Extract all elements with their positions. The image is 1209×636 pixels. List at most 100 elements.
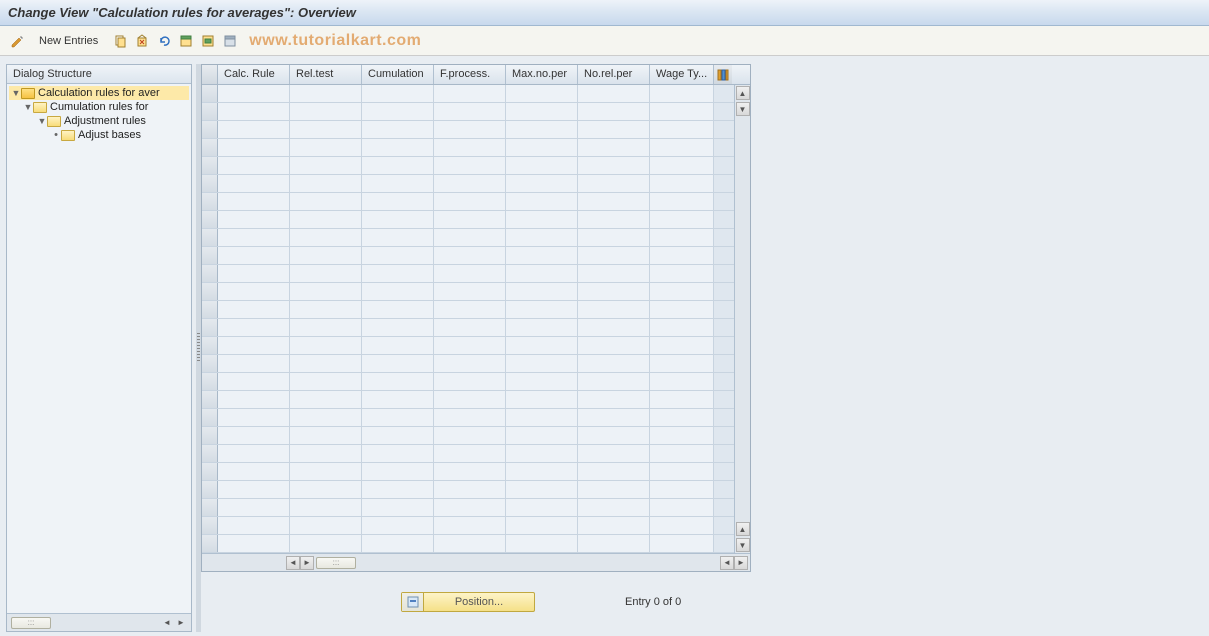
table-cell[interactable] [506, 499, 578, 516]
table-cell[interactable] [290, 499, 362, 516]
table-cell[interactable] [362, 211, 434, 228]
table-cell[interactable] [506, 463, 578, 480]
table-cell[interactable] [650, 211, 714, 228]
select-block-icon[interactable] [199, 32, 217, 50]
select-all-icon[interactable] [177, 32, 195, 50]
table-cell[interactable] [650, 535, 714, 552]
table-cell[interactable] [290, 85, 362, 102]
table-cell[interactable] [290, 301, 362, 318]
tree-item-cumulation-rules[interactable]: ▼ Cumulation rules for [9, 100, 189, 114]
table-cell[interactable] [434, 517, 506, 534]
table-cell[interactable] [362, 409, 434, 426]
table-cell[interactable] [218, 337, 290, 354]
table-cell[interactable] [506, 427, 578, 444]
table-cell[interactable] [434, 103, 506, 120]
table-cell[interactable] [290, 463, 362, 480]
table-cell[interactable] [506, 85, 578, 102]
table-cell[interactable] [578, 427, 650, 444]
new-entries-button[interactable]: New Entries [30, 32, 107, 50]
table-cell[interactable] [218, 265, 290, 282]
toggle-display-change-icon[interactable] [8, 32, 26, 50]
table-cell[interactable] [362, 301, 434, 318]
table-cell[interactable] [650, 391, 714, 408]
table-cell[interactable] [434, 265, 506, 282]
table-cell[interactable] [506, 391, 578, 408]
table-cell[interactable] [218, 499, 290, 516]
table-cell[interactable] [362, 319, 434, 336]
table-cell[interactable] [290, 139, 362, 156]
table-row[interactable] [202, 247, 734, 265]
table-cell[interactable] [578, 211, 650, 228]
table-row[interactable] [202, 229, 734, 247]
row-selector[interactable] [202, 409, 218, 426]
table-row[interactable] [202, 157, 734, 175]
table-cell[interactable] [578, 229, 650, 246]
tree-footer-grip[interactable]: ::: [11, 617, 51, 629]
table-cell[interactable] [578, 319, 650, 336]
table-cell[interactable] [434, 499, 506, 516]
table-cell[interactable] [650, 139, 714, 156]
table-cell[interactable] [218, 481, 290, 498]
caret-down-icon[interactable]: ▼ [37, 116, 47, 126]
table-cell[interactable] [578, 373, 650, 390]
table-cell[interactable] [434, 301, 506, 318]
table-cell[interactable] [434, 229, 506, 246]
table-cell[interactable] [434, 211, 506, 228]
table-cell[interactable] [218, 319, 290, 336]
table-row[interactable] [202, 337, 734, 355]
table-cell[interactable] [434, 445, 506, 462]
table-cell[interactable] [578, 535, 650, 552]
table-cell[interactable] [362, 445, 434, 462]
row-selector[interactable] [202, 85, 218, 102]
row-selector[interactable] [202, 463, 218, 480]
horizontal-scrollbar[interactable]: ◄ ► ::: ◄ ► [202, 553, 750, 571]
table-row[interactable] [202, 481, 734, 499]
table-cell[interactable] [362, 355, 434, 372]
table-cell[interactable] [362, 499, 434, 516]
table-row[interactable] [202, 445, 734, 463]
table-cell[interactable] [578, 463, 650, 480]
table-cell[interactable] [290, 409, 362, 426]
row-selector[interactable] [202, 481, 218, 498]
table-cell[interactable] [650, 121, 714, 138]
table-cell[interactable] [218, 247, 290, 264]
table-row[interactable] [202, 463, 734, 481]
table-cell[interactable] [650, 103, 714, 120]
scroll-right-icon[interactable]: ► [175, 617, 187, 629]
table-cell[interactable] [218, 301, 290, 318]
table-cell[interactable] [506, 409, 578, 426]
table-cell[interactable] [362, 229, 434, 246]
table-cell[interactable] [650, 463, 714, 480]
table-cell[interactable] [650, 517, 714, 534]
table-row[interactable] [202, 373, 734, 391]
table-cell[interactable] [218, 445, 290, 462]
table-cell[interactable] [578, 247, 650, 264]
table-cell[interactable] [434, 319, 506, 336]
table-cell[interactable] [362, 103, 434, 120]
table-cell[interactable] [218, 193, 290, 210]
table-cell[interactable] [362, 193, 434, 210]
deselect-all-icon[interactable] [221, 32, 239, 50]
table-cell[interactable] [434, 85, 506, 102]
table-cell[interactable] [434, 535, 506, 552]
row-selector[interactable] [202, 121, 218, 138]
copy-as-icon[interactable] [111, 32, 129, 50]
table-cell[interactable] [290, 229, 362, 246]
tree-item-calculation-rules[interactable]: ▼ Calculation rules for aver [9, 86, 189, 100]
table-cell[interactable] [506, 445, 578, 462]
table-cell[interactable] [362, 481, 434, 498]
table-cell[interactable] [650, 157, 714, 174]
table-cell[interactable] [218, 175, 290, 192]
table-cell[interactable] [650, 283, 714, 300]
table-cell[interactable] [434, 481, 506, 498]
row-selector[interactable] [202, 229, 218, 246]
table-row[interactable] [202, 283, 734, 301]
row-selector[interactable] [202, 535, 218, 552]
table-cell[interactable] [218, 157, 290, 174]
table-cell[interactable] [650, 229, 714, 246]
table-row[interactable] [202, 517, 734, 535]
scroll-up-icon[interactable]: ▲ [736, 86, 750, 100]
row-selector[interactable] [202, 139, 218, 156]
table-cell[interactable] [650, 247, 714, 264]
table-cell[interactable] [218, 409, 290, 426]
